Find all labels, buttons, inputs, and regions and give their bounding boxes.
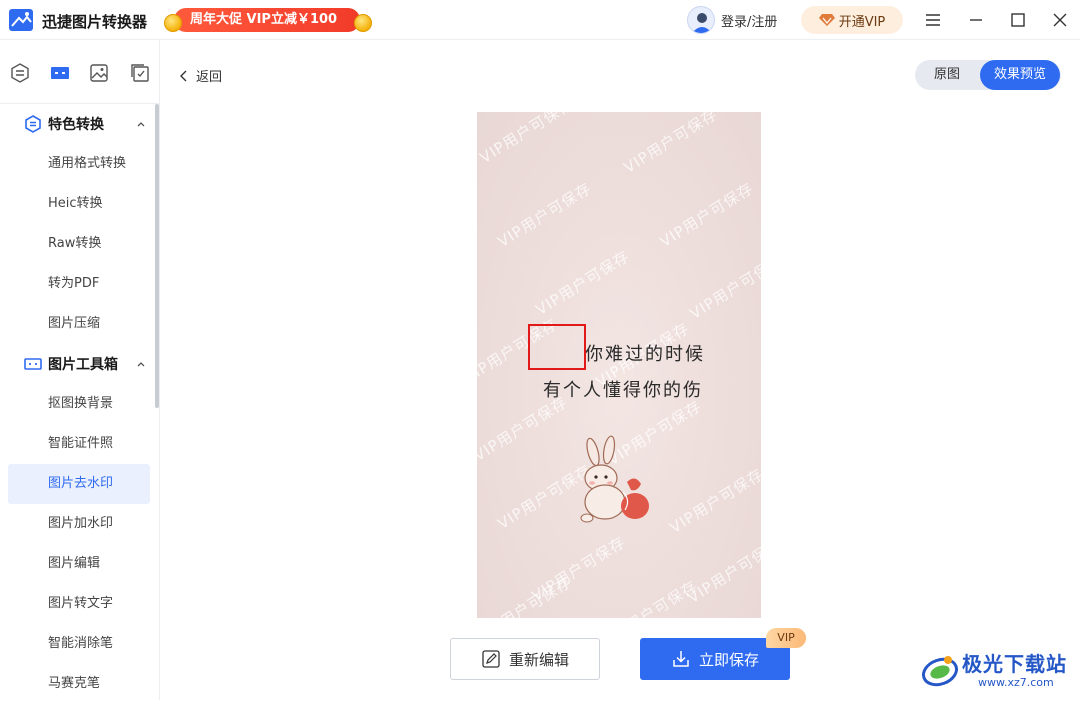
- toolbox-icon: [24, 358, 42, 370]
- watermark-text: VIP用户可保存: [620, 112, 721, 177]
- app-title: 迅捷图片转换器: [42, 13, 148, 31]
- avatar: [687, 6, 715, 34]
- tab-original[interactable]: 原图: [915, 60, 979, 90]
- open-vip-label: 开通VIP: [838, 14, 886, 30]
- image-tab-icon[interactable]: [88, 62, 110, 84]
- chevron-left-icon: [180, 70, 187, 81]
- sidebar-scrollbar[interactable]: [155, 104, 159, 408]
- user-icon: [692, 13, 712, 33]
- watermark-text: VIP用户可保存: [532, 247, 633, 319]
- sidebar-item-to-pdf[interactable]: 转为PDF: [0, 264, 160, 304]
- group-label: 图片工具箱: [48, 357, 118, 373]
- image-text-line2: 有个人懂得你的伤: [543, 380, 703, 401]
- sidebar-item-raw[interactable]: Raw转换: [0, 224, 160, 264]
- back-button[interactable]: 返回: [178, 66, 222, 85]
- reedit-label: 重新编辑: [508, 650, 569, 669]
- edit-icon: [482, 650, 500, 668]
- watermark-text: VIP用户可保存: [686, 251, 761, 323]
- sidebar-item-heic[interactable]: Heic转换: [0, 184, 160, 224]
- group-toolbox[interactable]: 图片工具箱: [0, 344, 160, 384]
- close-icon[interactable]: [1050, 10, 1070, 30]
- sidebar-item-add-watermark[interactable]: 图片加水印: [0, 504, 160, 544]
- coin-icon: [164, 14, 182, 32]
- sidebar-tabs: [0, 40, 160, 104]
- brand-url: www.xz7.com: [978, 676, 1054, 689]
- bunny-illustration: [580, 435, 649, 523]
- convert-icon: [25, 115, 41, 133]
- watermark-text: VIP用户可保存: [477, 112, 577, 167]
- sidebar: 特色转换 通用格式转换 Heic转换 Raw转换 转为PDF 图片压缩 图片工具…: [0, 40, 160, 700]
- sidebar-item-ocr[interactable]: 图片转文字: [0, 584, 160, 624]
- sidebar-item-mosaic[interactable]: 马赛克笔: [0, 664, 160, 704]
- watermark-text: VIP用户可保存: [494, 179, 595, 251]
- watermark-text: VIP用户可保存: [477, 573, 575, 618]
- sidebar-item-edit[interactable]: 图片编辑: [0, 544, 160, 584]
- group-label: 特色转换: [48, 117, 104, 133]
- aurora-logo-icon: [922, 656, 958, 687]
- watermark-text: VIP用户可保存: [656, 179, 757, 251]
- sidebar-item-remove-watermark[interactable]: 图片去水印: [8, 464, 150, 504]
- app-logo-icon: [9, 9, 33, 31]
- preview-canvas: VIP用户可保存 VIP用户可保存 VIP用户可保存 VIP用户可保存 VIP用…: [180, 110, 1058, 618]
- diamond-icon: [818, 14, 835, 26]
- promo-label: 周年大促 VIP立减￥100: [174, 8, 360, 32]
- image-text-line1: 你难过的时候: [585, 344, 705, 365]
- promo-banner[interactable]: 周年大促 VIP立减￥100: [162, 6, 374, 36]
- maximize-icon[interactable]: [1008, 10, 1028, 30]
- preview-image[interactable]: VIP用户可保存 VIP用户可保存 VIP用户可保存 VIP用户可保存 VIP用…: [477, 112, 761, 618]
- minimize-icon[interactable]: [966, 10, 986, 30]
- chevron-up-icon: [137, 122, 145, 127]
- reedit-button[interactable]: 重新编辑: [450, 638, 600, 680]
- view-toggle: 原图 效果预览: [915, 60, 1061, 90]
- back-label: 返回: [196, 70, 223, 85]
- watermark-text: VIP用户可保存: [477, 393, 571, 465]
- chevron-up-icon: [137, 362, 145, 367]
- coin-icon: [354, 14, 372, 32]
- watermark-selection-box[interactable]: [528, 324, 586, 370]
- brand-name: 极光下载站: [962, 652, 1067, 676]
- login-label: 登录/注册: [721, 14, 778, 30]
- login-link[interactable]: 登录/注册: [687, 5, 777, 35]
- sidebar-menu: 特色转换 通用格式转换 Heic转换 Raw转换 转为PDF 图片压缩 图片工具…: [0, 104, 160, 704]
- open-vip-button[interactable]: 开通VIP: [801, 6, 903, 34]
- toolbox-tab-icon[interactable]: [49, 62, 71, 84]
- group-special-convert[interactable]: 特色转换: [0, 104, 160, 144]
- sidebar-item-general-format[interactable]: 通用格式转换: [0, 144, 160, 184]
- batch-tab-icon[interactable]: [129, 62, 151, 84]
- sidebar-item-compress[interactable]: 图片压缩: [0, 304, 160, 344]
- sidebar-item-id-photo[interactable]: 智能证件照: [0, 424, 160, 464]
- convert-tab-icon[interactable]: [9, 62, 31, 84]
- title-bar: 迅捷图片转换器 周年大促 VIP立减￥100 登录/注册 开通VIP: [0, 0, 1080, 40]
- sidebar-item-eraser[interactable]: 智能消除笔: [0, 624, 160, 664]
- save-label: 立即保存: [698, 650, 759, 669]
- watermark-text: VIP用户可保存: [666, 465, 761, 537]
- download-icon: [673, 651, 689, 667]
- tab-preview[interactable]: 效果预览: [980, 60, 1060, 90]
- vip-badge: VIP: [766, 628, 806, 648]
- watermark-text: VIP用户可保存: [600, 577, 701, 618]
- site-brand-logo: 极光下载站 www.xz7.com: [918, 646, 1078, 696]
- menu-icon[interactable]: [923, 10, 943, 30]
- sidebar-item-cutout[interactable]: 抠图换背景: [0, 384, 160, 424]
